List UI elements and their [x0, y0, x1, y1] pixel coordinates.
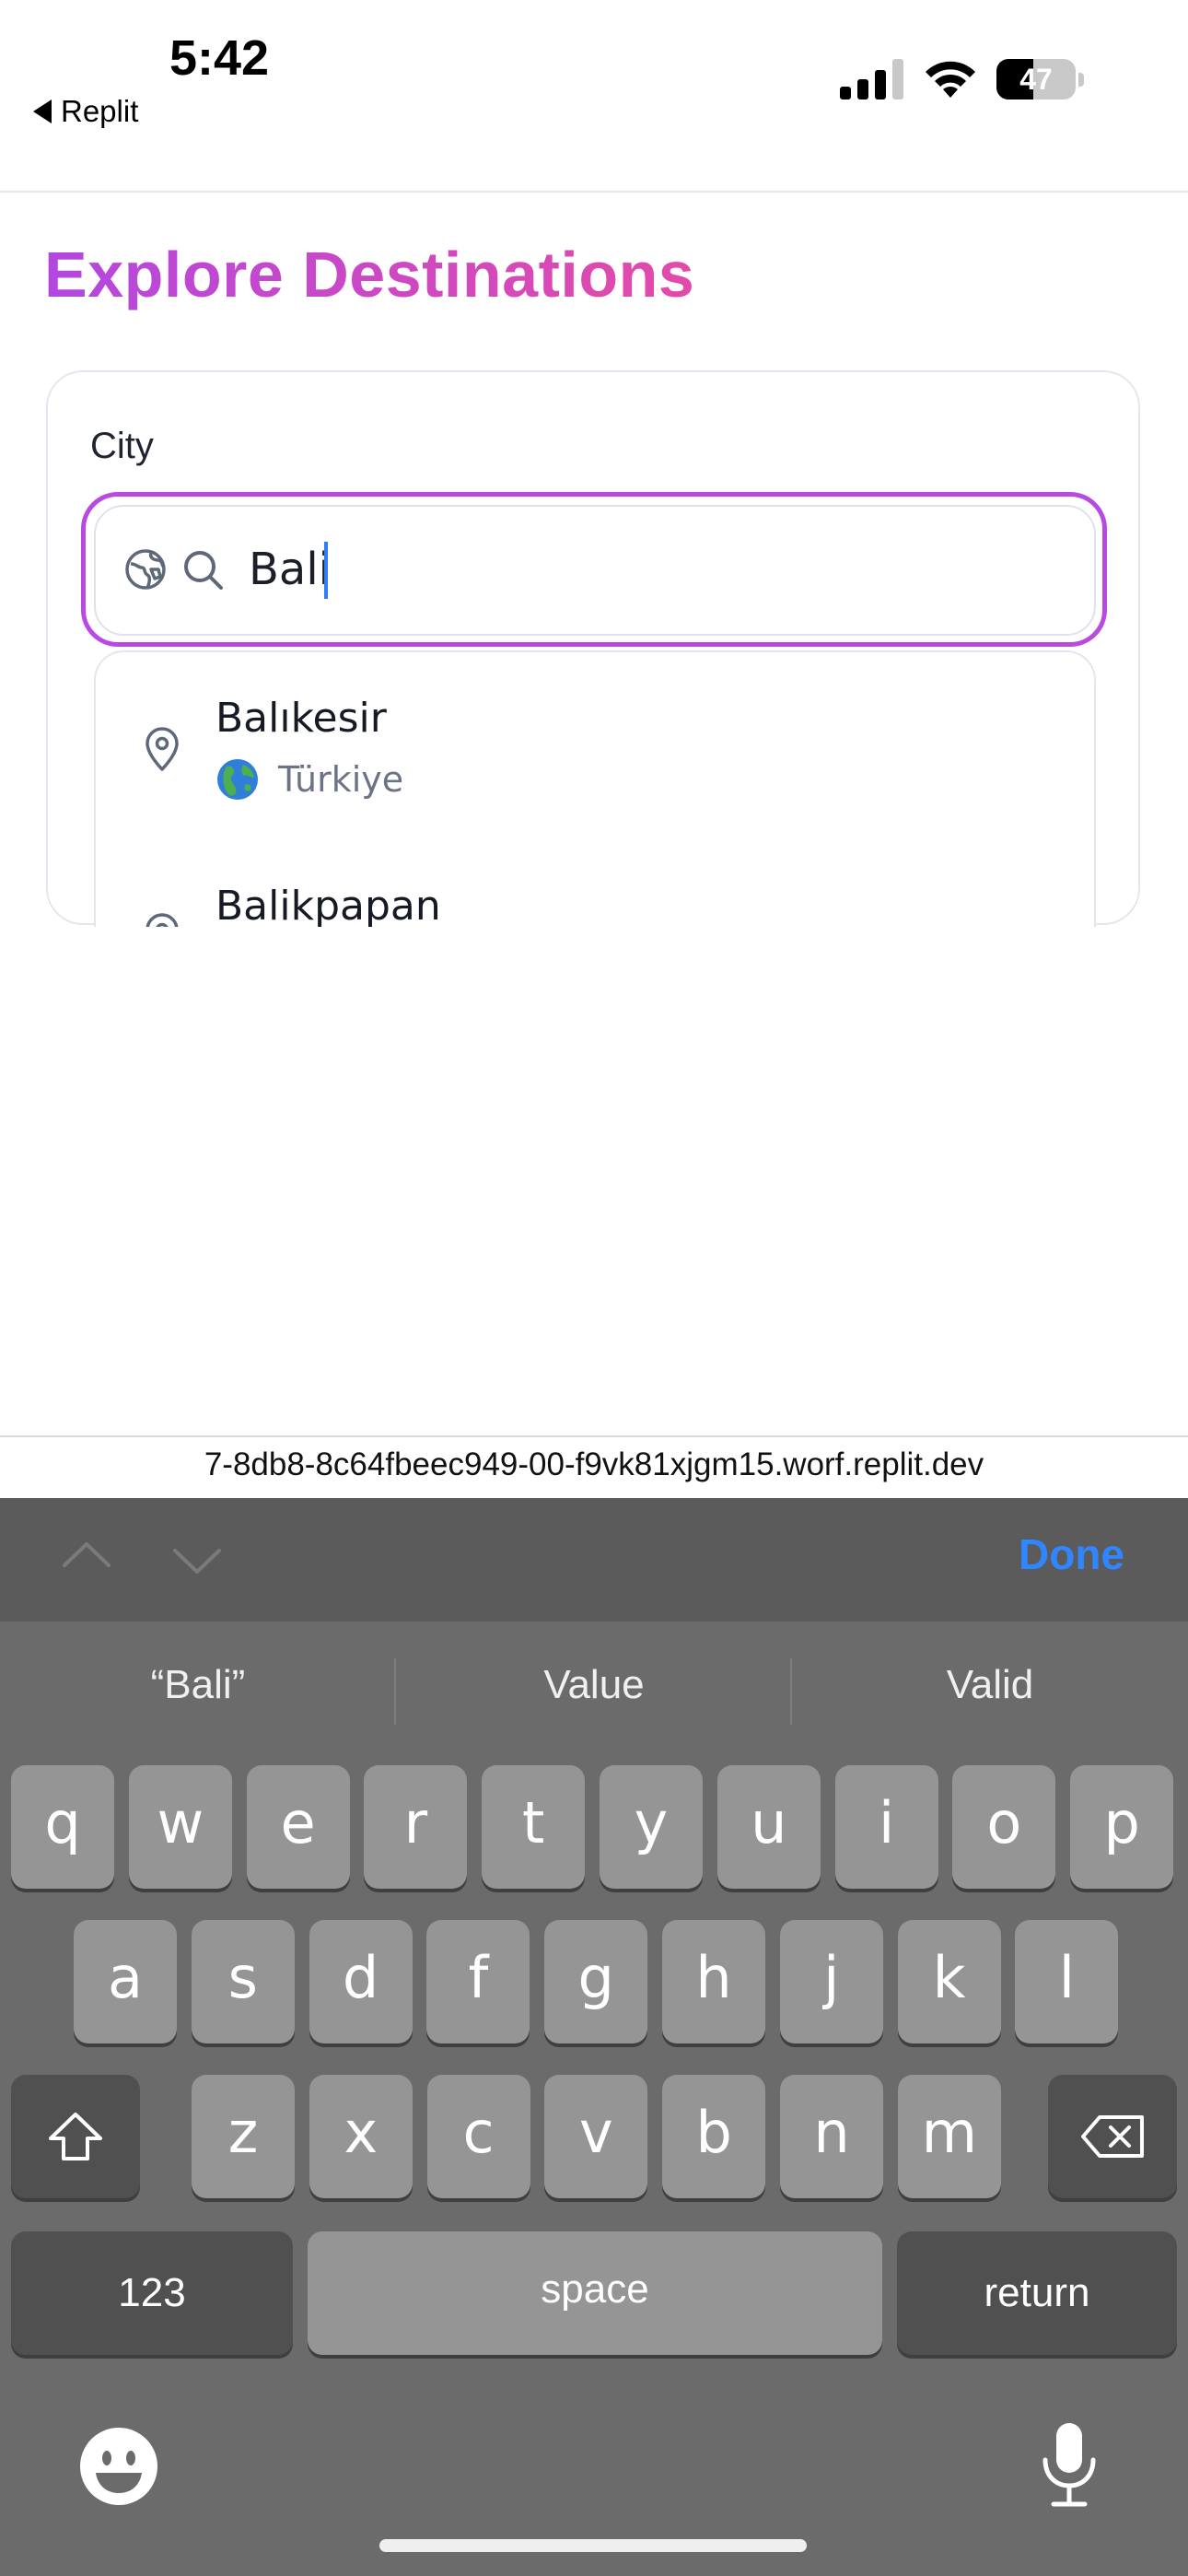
- suggestion-country: Türkiye: [278, 759, 404, 800]
- back-triangle-icon: [33, 100, 52, 123]
- key-u[interactable]: u: [716, 1765, 821, 1889]
- space-key[interactable]: space: [308, 2231, 882, 2355]
- battery-percent: 47: [1019, 63, 1053, 96]
- key-c[interactable]: c: [426, 2075, 530, 2198]
- city-search-input[interactable]: [94, 505, 1096, 636]
- key-w[interactable]: w: [128, 1765, 232, 1889]
- key-t[interactable]: t: [482, 1765, 586, 1889]
- back-to-app-button[interactable]: Replit: [33, 94, 138, 129]
- key-j[interactable]: j: [779, 1920, 883, 2043]
- key-f[interactable]: f: [426, 1920, 530, 2043]
- suggestions-dropdown: Balıkesir Türkiye Balikpapan: [94, 650, 1096, 927]
- key-v[interactable]: v: [544, 2075, 648, 2198]
- map-pin-icon: [146, 913, 179, 927]
- chevron-down-icon[interactable]: [171, 1548, 223, 1575]
- key-g[interactable]: g: [544, 1920, 648, 2043]
- key-q[interactable]: q: [11, 1765, 114, 1889]
- key-z[interactable]: z: [192, 2075, 295, 2198]
- suggestion-item[interactable]: Balıkesir Türkiye: [96, 652, 1094, 837]
- cellular-signal-icon: [840, 59, 903, 100]
- url-bar[interactable]: 7-8db8-8c64fbeec949-00-f9vk81xjgm15.worf…: [0, 1446, 1188, 1483]
- numbers-key[interactable]: 123: [11, 2231, 293, 2355]
- key-x[interactable]: x: [309, 2075, 413, 2198]
- status-time: 5:42: [169, 30, 270, 86]
- predictive-suggestion[interactable]: Value: [396, 1662, 792, 1708]
- key-n[interactable]: n: [780, 2075, 883, 2198]
- key-y[interactable]: y: [600, 1765, 703, 1889]
- home-indicator: [379, 2539, 807, 2552]
- key-s[interactable]: s: [191, 1920, 295, 2043]
- key-l[interactable]: l: [1015, 1920, 1119, 2043]
- chevron-up-icon[interactable]: [61, 1540, 112, 1568]
- microphone-icon[interactable]: [1041, 2421, 1098, 2510]
- key-r[interactable]: r: [364, 1765, 468, 1889]
- wifi-icon: [926, 61, 975, 98]
- key-m[interactable]: m: [897, 2075, 1001, 2198]
- shift-key[interactable]: [11, 2075, 140, 2198]
- backspace-icon: [1081, 2115, 1144, 2158]
- predictive-suggestion[interactable]: “Bali”: [0, 1662, 396, 1708]
- globe-emoji-icon: [217, 759, 258, 800]
- page-title: Explore Destinations: [44, 239, 695, 310]
- emoji-icon[interactable]: [77, 2425, 160, 2508]
- suggestion-name: Balıkesir: [215, 695, 387, 742]
- map-pin-icon: [146, 727, 179, 771]
- back-app-label: Replit: [61, 94, 139, 128]
- key-d[interactable]: d: [309, 1920, 413, 2043]
- shift-icon: [49, 2113, 102, 2160]
- suggestion-name: Balikpapan: [215, 883, 441, 927]
- key-h[interactable]: h: [662, 1920, 765, 2043]
- globe-icon: [125, 549, 166, 590]
- predictive-suggestion[interactable]: Valid: [792, 1662, 1188, 1708]
- search-icon: [184, 551, 223, 590]
- key-k[interactable]: k: [897, 1920, 1001, 2043]
- key-a[interactable]: a: [74, 1920, 177, 2043]
- done-button[interactable]: Done: [1019, 1529, 1124, 1579]
- text-caret: [324, 542, 328, 599]
- key-b[interactable]: b: [662, 2075, 766, 2198]
- url-bar-divider: [0, 1435, 1188, 1437]
- city-label: City: [90, 426, 154, 466]
- search-input-value: Bali: [249, 544, 332, 595]
- key-p[interactable]: p: [1070, 1765, 1174, 1889]
- header-divider: [0, 191, 1188, 193]
- key-e[interactable]: e: [246, 1765, 350, 1889]
- delete-key[interactable]: [1048, 2075, 1177, 2198]
- battery-icon: 47: [996, 59, 1085, 101]
- key-i[interactable]: i: [834, 1765, 938, 1889]
- return-key[interactable]: return: [897, 2231, 1177, 2355]
- key-o[interactable]: o: [952, 1765, 1056, 1889]
- suggestion-item[interactable]: Balikpapan: [96, 837, 1094, 927]
